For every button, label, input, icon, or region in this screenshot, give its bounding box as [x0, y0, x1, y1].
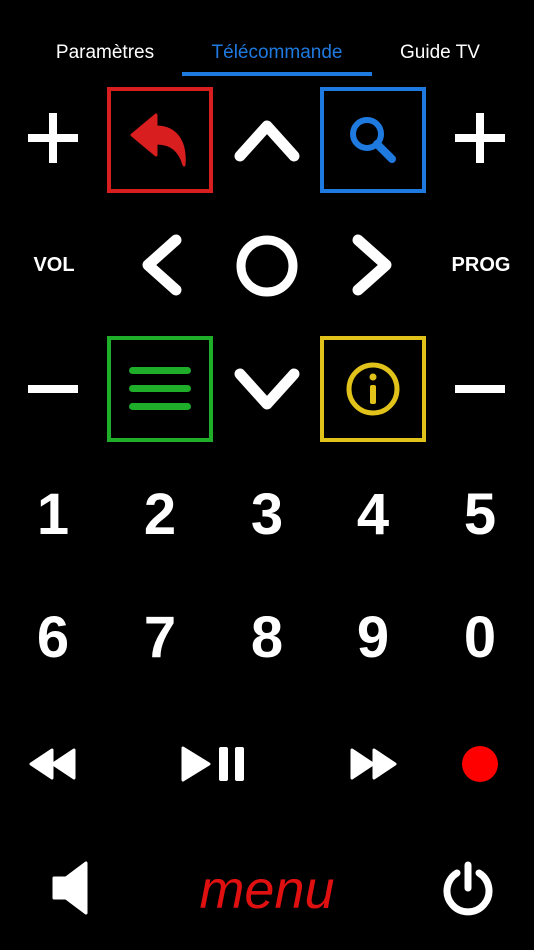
circle-ok-icon: [236, 235, 298, 297]
digit-5-button[interactable]: 5: [440, 480, 520, 550]
minus-icon: [455, 385, 505, 393]
search-icon: [350, 117, 396, 163]
digit-8-button[interactable]: 8: [227, 603, 307, 673]
program-down-button[interactable]: [449, 358, 511, 420]
menu-list-button[interactable]: [107, 336, 213, 442]
chevron-right-icon: [352, 234, 392, 296]
ok-button[interactable]: [230, 229, 304, 303]
info-icon: [346, 362, 400, 416]
down-button[interactable]: [226, 350, 308, 428]
program-up-button[interactable]: [449, 107, 511, 169]
power-icon: [443, 861, 493, 916]
fast-forward-button[interactable]: [340, 738, 406, 790]
chevron-down-icon: [234, 368, 300, 410]
up-button[interactable]: [226, 100, 308, 178]
left-button[interactable]: [128, 226, 194, 304]
plus-icon: [28, 113, 78, 163]
record-icon: [462, 746, 498, 782]
digit-2-button[interactable]: 2: [120, 480, 200, 550]
tab-telecommande[interactable]: Télécommande: [182, 40, 372, 66]
digit-9-button[interactable]: 9: [333, 603, 413, 673]
program-label: PROG: [451, 254, 511, 276]
play-pause-button[interactable]: [170, 736, 256, 792]
back-button[interactable]: [107, 87, 213, 193]
chevron-up-icon: [234, 120, 300, 162]
right-button[interactable]: [340, 226, 406, 304]
speaker-icon: [52, 861, 88, 915]
digit-3-button[interactable]: 3: [227, 480, 307, 550]
digit-7-button[interactable]: 7: [120, 603, 200, 673]
chevron-left-icon: [142, 234, 182, 296]
digit-1-button[interactable]: 1: [13, 480, 93, 550]
fast-forward-icon: [350, 748, 397, 780]
minus-icon: [28, 385, 78, 393]
search-button[interactable]: [320, 87, 426, 193]
volume-down-button[interactable]: [22, 358, 84, 420]
mute-button[interactable]: [36, 852, 106, 924]
volume-label: VOL: [33, 254, 75, 276]
tab-parametres[interactable]: Paramètres: [40, 40, 170, 66]
back-arrow-icon: [130, 113, 186, 167]
digit-4-button[interactable]: 4: [333, 480, 413, 550]
active-tab-indicator: [182, 72, 372, 76]
record-button[interactable]: [452, 736, 508, 792]
rewind-icon: [29, 748, 76, 780]
tab-bar: Paramètres Télécommande Guide TV: [0, 0, 534, 78]
plus-icon: [455, 113, 505, 163]
menu-button[interactable]: menu: [170, 852, 364, 928]
play-pause-icon: [181, 746, 244, 782]
hamburger-icon: [129, 367, 191, 410]
rewind-button[interactable]: [20, 738, 86, 790]
digit-0-button[interactable]: 0: [440, 603, 520, 673]
power-button[interactable]: [432, 852, 504, 924]
volume-up-button[interactable]: [22, 107, 84, 169]
digit-6-button[interactable]: 6: [13, 603, 93, 673]
tab-guide-tv[interactable]: Guide TV: [385, 40, 495, 66]
info-button[interactable]: [320, 336, 426, 442]
